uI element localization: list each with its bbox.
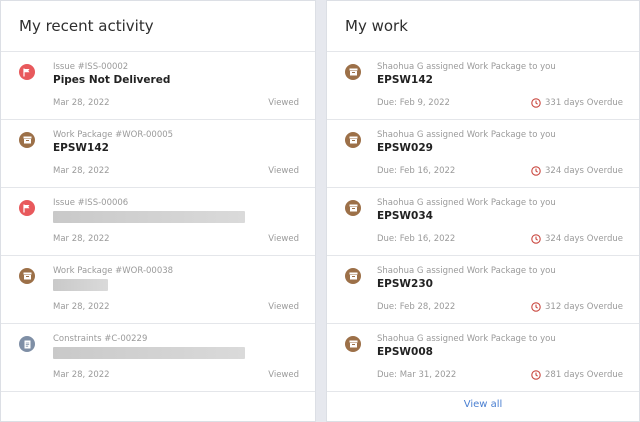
work-item-overdue: 324 days Overdue (531, 166, 623, 176)
activity-item-status: Viewed (268, 370, 299, 380)
activity-item-subtitle: Issue #ISS-00002 (53, 62, 129, 72)
activity-item-status: Viewed (268, 234, 299, 244)
redacted-title (53, 279, 108, 291)
overdue-text: 281 days Overdue (545, 370, 623, 380)
activity-item-subtitle: Work Package #WOR-00038 (53, 266, 174, 276)
work-item-overdue: 281 days Overdue (531, 370, 623, 380)
activity-item[interactable]: Issue #ISS-00006 Mar 28, 2022 Viewed (1, 188, 315, 256)
overdue-text: 331 days Overdue (545, 98, 623, 108)
work-item-overdue: 324 days Overdue (531, 234, 623, 244)
work-item-title: EPSW230 (377, 278, 433, 290)
work-item-subtitle: Shaohua G assigned Work Package to you (377, 334, 556, 344)
recent-activity-panel: My recent activity Issue #ISS-00002 Pipe… (0, 0, 316, 422)
redacted-title (53, 211, 245, 223)
work-item-subtitle: Shaohua G assigned Work Package to you (377, 62, 556, 72)
work-item-subtitle: Shaohua G assigned Work Package to you (377, 266, 556, 276)
activity-item-subtitle: Issue #ISS-00006 (53, 198, 129, 208)
view-all-link[interactable]: View all (327, 399, 639, 410)
archive-box-icon (19, 132, 35, 148)
archive-box-icon (19, 268, 35, 284)
work-item[interactable]: Shaohua G assigned Work Package to you E… (327, 52, 639, 120)
activity-item-subtitle: Work Package #WOR-00005 (53, 130, 174, 140)
work-item-title: EPSW008 (377, 346, 433, 358)
work-item-subtitle: Shaohua G assigned Work Package to you (377, 198, 556, 208)
flag-icon (19, 64, 35, 80)
clock-icon (531, 166, 541, 176)
activity-item-date: Mar 28, 2022 (53, 234, 110, 244)
clock-icon (531, 234, 541, 244)
overdue-text: 324 days Overdue (545, 234, 623, 244)
archive-box-icon (345, 64, 361, 80)
work-item[interactable]: Shaohua G assigned Work Package to you E… (327, 256, 639, 324)
archive-box-icon (345, 268, 361, 284)
document-icon (19, 336, 35, 352)
my-work-panel: My work Shaohua G assigned Work Package … (326, 0, 640, 422)
my-work-heading: My work (327, 1, 639, 52)
clock-icon (531, 302, 541, 312)
archive-box-icon (345, 132, 361, 148)
activity-item-subtitle: Constraints #C-00229 (53, 334, 148, 344)
activity-item[interactable]: Issue #ISS-00002 Pipes Not Delivered Mar… (1, 52, 315, 120)
activity-item-title: EPSW142 (53, 142, 109, 154)
activity-item-status: Viewed (268, 166, 299, 176)
work-item-due: Due: Mar 31, 2022 (377, 370, 457, 380)
archive-box-icon (345, 200, 361, 216)
activity-item-date: Mar 28, 2022 (53, 302, 110, 312)
work-item-overdue: 331 days Overdue (531, 98, 623, 108)
overdue-text: 312 days Overdue (545, 302, 623, 312)
clock-icon (531, 98, 541, 108)
activity-item-status: Viewed (268, 98, 299, 108)
work-item-due: Due: Feb 9, 2022 (377, 98, 450, 108)
activity-item[interactable]: Work Package #WOR-00038 Mar 28, 2022 Vie… (1, 256, 315, 324)
activity-item-date: Mar 28, 2022 (53, 166, 110, 176)
work-item-title: EPSW142 (377, 74, 433, 86)
activity-item-date: Mar 28, 2022 (53, 98, 110, 108)
work-item-due: Due: Feb 16, 2022 (377, 234, 456, 244)
activity-item[interactable]: Constraints #C-00229 Mar 28, 2022 Viewed (1, 324, 315, 392)
activity-item-date: Mar 28, 2022 (53, 370, 110, 380)
overdue-text: 324 days Overdue (545, 166, 623, 176)
recent-activity-heading: My recent activity (1, 1, 315, 52)
activity-item-title: Pipes Not Delivered (53, 74, 171, 86)
flag-icon (19, 200, 35, 216)
work-item[interactable]: Shaohua G assigned Work Package to you E… (327, 120, 639, 188)
work-item-due: Due: Feb 16, 2022 (377, 166, 456, 176)
activity-item[interactable]: Work Package #WOR-00005 EPSW142 Mar 28, … (1, 120, 315, 188)
work-item-title: EPSW034 (377, 210, 433, 222)
work-item-overdue: 312 days Overdue (531, 302, 623, 312)
clock-icon (531, 370, 541, 380)
work-item-due: Due: Feb 28, 2022 (377, 302, 456, 312)
redacted-title (53, 347, 245, 359)
work-item[interactable]: Shaohua G assigned Work Package to you E… (327, 324, 639, 392)
work-item-title: EPSW029 (377, 142, 433, 154)
work-item[interactable]: Shaohua G assigned Work Package to you E… (327, 188, 639, 256)
activity-item-status: Viewed (268, 302, 299, 312)
work-item-subtitle: Shaohua G assigned Work Package to you (377, 130, 556, 140)
archive-box-icon (345, 336, 361, 352)
